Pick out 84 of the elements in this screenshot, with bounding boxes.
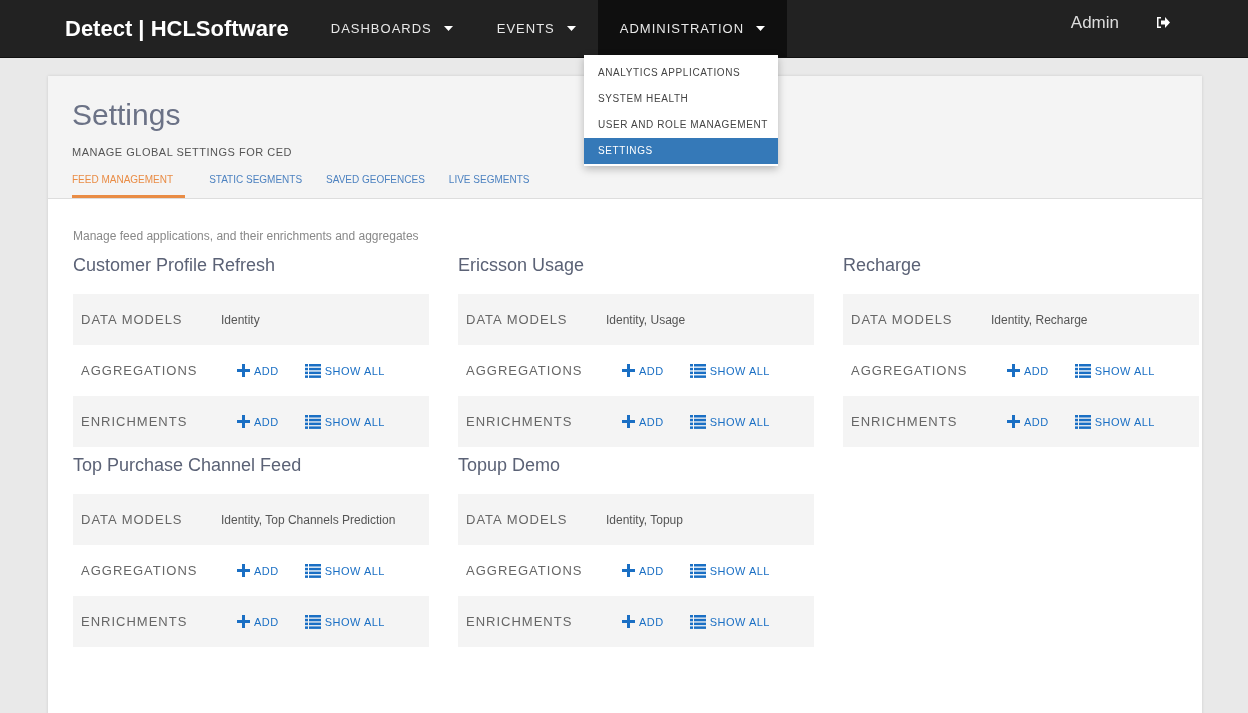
list-icon xyxy=(304,563,321,578)
nav-menu[interactable]: ADMINISTRATION xyxy=(597,0,788,57)
feed-title: Customer Profile Refresh xyxy=(73,255,277,276)
row-label: ENRICHMENTS xyxy=(81,414,189,429)
row-label: DATA MODELS xyxy=(851,312,954,327)
plus-icon xyxy=(1007,415,1020,428)
add-link[interactable]: ADD xyxy=(622,364,664,377)
list-icon xyxy=(304,363,321,378)
list-icon xyxy=(689,614,706,629)
add-link[interactable]: ADD xyxy=(1007,364,1049,377)
data-models-value: Identity, Recharge xyxy=(991,312,1088,327)
show-all-link[interactable]: SHOW ALL xyxy=(304,414,385,429)
plus-icon xyxy=(622,564,635,577)
nav-menu[interactable]: DASHBOARDS xyxy=(308,0,475,57)
row-label: ENRICHMENTS xyxy=(851,414,959,429)
row-label: ENRICHMENTS xyxy=(466,614,574,629)
row-label: AGGREGATIONS xyxy=(466,363,584,378)
page-subtitle: MANAGE GLOBAL SETTINGS FOR CED xyxy=(72,146,292,158)
show-all-link[interactable]: SHOW ALL xyxy=(304,563,385,578)
show-all-link[interactable]: SHOW ALL xyxy=(1074,414,1155,429)
list-icon xyxy=(304,614,321,629)
plus-icon xyxy=(622,364,635,377)
add-link[interactable]: ADD xyxy=(1007,415,1049,428)
caret-icon xyxy=(756,26,766,31)
menu-item[interactable]: SETTINGS xyxy=(584,138,778,164)
list-icon xyxy=(1074,414,1091,429)
row-label: AGGREGATIONS xyxy=(851,363,969,378)
list-icon xyxy=(689,414,706,429)
logout-icon[interactable] xyxy=(1157,17,1170,28)
show-all-link[interactable]: SHOW ALL xyxy=(689,563,770,578)
data-models-value: Identity xyxy=(221,312,260,327)
description-text: Manage feed applications, and their enrichments and aggregates xyxy=(73,229,419,243)
nav-menu[interactable]: EVENTS xyxy=(474,0,598,57)
menu-item[interactable]: ANALYTICS APPLICATIONS xyxy=(584,60,778,86)
list-icon xyxy=(1074,363,1091,378)
add-link[interactable]: ADD xyxy=(622,564,664,577)
feed-title: Top Purchase Channel Feed xyxy=(73,455,303,476)
row-label: ENRICHMENTS xyxy=(81,614,189,629)
menu-item[interactable]: USER AND ROLE MANAGEMENT xyxy=(584,112,778,138)
show-all-link[interactable]: SHOW ALL xyxy=(689,363,770,378)
feed-title: Recharge xyxy=(843,255,923,276)
plus-icon xyxy=(1007,364,1020,377)
plus-icon xyxy=(237,615,250,628)
add-link[interactable]: ADD xyxy=(237,415,279,428)
plus-icon xyxy=(237,564,250,577)
row-label: AGGREGATIONS xyxy=(81,563,199,578)
menu-item[interactable]: SYSTEM HEALTH xyxy=(584,86,778,112)
show-all-link[interactable]: SHOW ALL xyxy=(689,414,770,429)
data-models-value: Identity, Usage xyxy=(606,312,686,327)
show-all-link[interactable]: SHOW ALL xyxy=(689,614,770,629)
feed-title: Ericsson Usage xyxy=(458,255,586,276)
add-link[interactable]: ADD xyxy=(237,364,279,377)
plus-icon xyxy=(622,415,635,428)
row-label: AGGREGATIONS xyxy=(81,363,199,378)
row-label: DATA MODELS xyxy=(466,512,569,527)
add-link[interactable]: ADD xyxy=(237,564,279,577)
row-label: DATA MODELS xyxy=(466,312,569,327)
feed-title: Topup Demo xyxy=(458,455,562,476)
row-label: AGGREGATIONS xyxy=(466,563,584,578)
show-all-link[interactable]: SHOW ALL xyxy=(304,614,385,629)
tab[interactable]: SAVED GEOFENCES xyxy=(326,168,425,198)
show-all-link[interactable]: SHOW ALL xyxy=(1074,363,1155,378)
show-all-link[interactable]: SHOW ALL xyxy=(304,363,385,378)
list-icon xyxy=(689,363,706,378)
data-models-value: Identity, Top Channels Prediction xyxy=(221,512,396,527)
list-icon xyxy=(304,414,321,429)
data-models-value: Identity, Topup xyxy=(606,512,683,527)
user-name[interactable]: Admin xyxy=(1070,12,1119,33)
tab[interactable]: LIVE SEGMENTS xyxy=(448,168,530,198)
page-title: Settings xyxy=(72,98,181,132)
add-link[interactable]: ADD xyxy=(622,615,664,628)
add-link[interactable]: ADD xyxy=(237,615,279,628)
row-label: DATA MODELS xyxy=(81,312,184,327)
add-link[interactable]: ADD xyxy=(622,415,664,428)
row-label: DATA MODELS xyxy=(81,512,184,527)
list-icon xyxy=(689,563,706,578)
row-label: ENRICHMENTS xyxy=(466,414,574,429)
tab[interactable]: STATIC SEGMENTS xyxy=(209,168,303,198)
plus-icon xyxy=(622,615,635,628)
caret-icon xyxy=(566,26,576,31)
plus-icon xyxy=(237,364,250,377)
plus-icon xyxy=(237,415,250,428)
caret-icon xyxy=(443,26,453,31)
brand-logo[interactable]: Detect | HCLSoftware xyxy=(65,15,289,42)
